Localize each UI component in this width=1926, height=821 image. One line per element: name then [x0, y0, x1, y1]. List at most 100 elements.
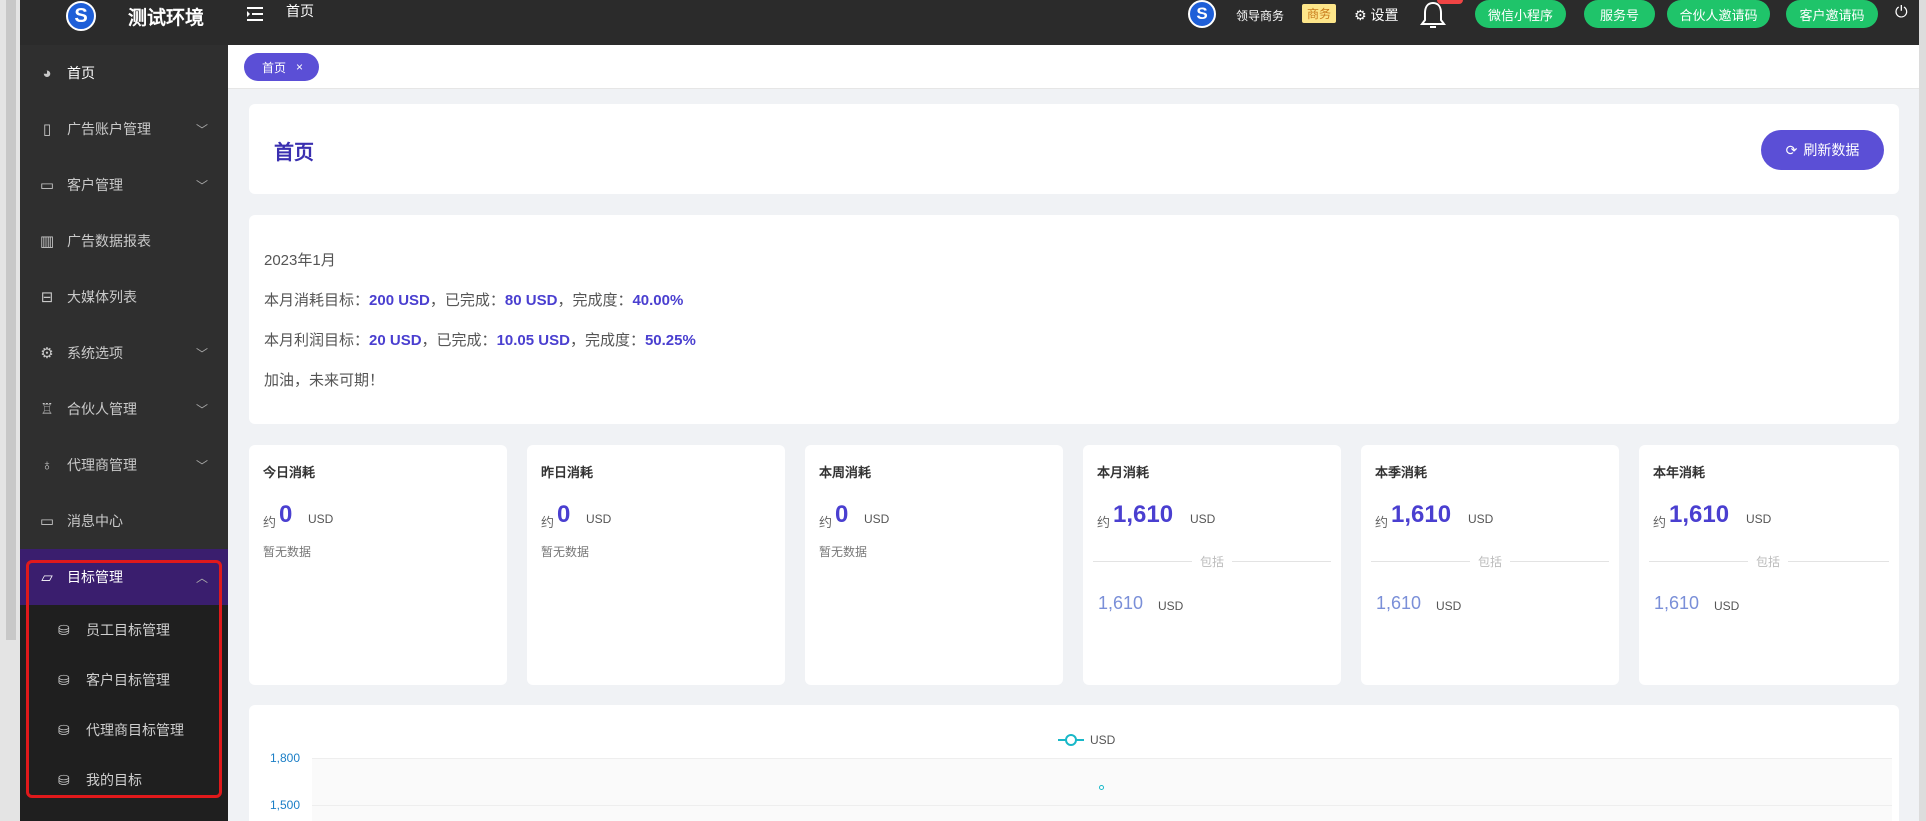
summary-value: 50.25% [644, 332, 696, 349]
summary-text: ，完成度： [557, 292, 633, 309]
tablet-icon: ▯ [42, 121, 52, 138]
summary-profit-target: 本月利润目标：20 USD，已完成：10.05 USD，完成度：50.25% [264, 329, 696, 350]
sidebar-item-ad-reports[interactable]: ▥ 广告数据报表 [20, 213, 228, 269]
close-icon[interactable]: × [296, 60, 303, 74]
page-scrollbar[interactable] [1919, 0, 1926, 821]
stat-approx: 约 [1375, 515, 1389, 530]
sidebar-item-media-list[interactable]: ⊟ 大媒体列表 [20, 269, 228, 325]
tab-home[interactable]: 首页 × [244, 53, 320, 81]
scrollbar-thumb[interactable] [6, 0, 16, 640]
sidebar-item-customers[interactable]: ▭ 客户管理 ﹀ [20, 157, 228, 213]
stat-value: 0 [835, 501, 849, 528]
database-icon: ⛁ [58, 721, 70, 738]
stat-unit: USD [1190, 512, 1216, 526]
summary-value: 10.05 USD [496, 332, 570, 349]
summary-value: 40.00% [632, 292, 684, 309]
database-icon: ⛁ [58, 621, 70, 638]
sidebar-subitem-label: 我的目标 [86, 772, 142, 788]
grid-line [312, 805, 1892, 806]
stat-sub-value: 1,610 [1654, 593, 1700, 613]
sidebar-item-home[interactable]: ◕ 首页 [20, 45, 228, 101]
stat-title: 本周消耗 [819, 465, 872, 480]
stat-title: 本月消耗 [1097, 465, 1150, 480]
sidebar-item-partners[interactable]: ♖ 合伙人管理 ﹀ [20, 381, 228, 437]
chevron-down-icon: ﹀ [196, 178, 209, 193]
stat-value: 1,610 [1391, 501, 1452, 528]
sidebar-item-system-options[interactable]: ⚙ 系统选项 ﹀ [20, 325, 228, 381]
sidebar-subitem-label: 员工目标管理 [86, 622, 170, 638]
include-label: 包括 [1470, 553, 1511, 570]
summary-value: 80 USD [504, 292, 558, 309]
layers-icon: ⊟ [40, 289, 54, 306]
stat-sub-value: 1,610 [1376, 593, 1422, 613]
legend-series-name: USD [1090, 733, 1116, 747]
tab-label: 首页 [262, 60, 287, 75]
sidebar-item-label: 系统选项 [67, 345, 123, 361]
partner-invite-code-button[interactable]: 合伙人邀请码 [1667, 0, 1770, 28]
summary-text: ，完成度： [569, 332, 645, 349]
stat-unit: USD [586, 512, 612, 526]
settings-button[interactable]: ⚙ 设置 [1354, 5, 1398, 25]
summary-text: ，已完成： [421, 332, 497, 349]
sidebar-item-goals[interactable]: ▱ 目标管理 ︿ [20, 549, 228, 605]
stat-approx: 约 [263, 515, 277, 530]
stat-sub-unit: USD [1158, 599, 1184, 613]
window-left-scrollbar[interactable] [0, 0, 20, 821]
user-name[interactable]: 领导商务 [1236, 7, 1284, 24]
summary-text: ，已完成： [429, 292, 505, 309]
top-breadcrumb-home[interactable]: 首页 [286, 1, 314, 21]
power-icon[interactable]: ⏻ [1895, 4, 1908, 22]
bell-icon[interactable] [1420, 0, 1446, 30]
sidebar-item-messages[interactable]: ▭ 消息中心 [20, 493, 228, 549]
bar-chart-icon: ▥ [39, 233, 55, 250]
refresh-icon: ⟳ [1785, 141, 1798, 158]
sidebar-item-label: 广告数据报表 [67, 233, 151, 249]
stat-title: 昨日消耗 [541, 465, 594, 480]
wechat-mini-program-button[interactable]: 微信小程序 [1475, 0, 1566, 28]
gear-icon: ⚙ [40, 345, 54, 362]
settings-label: 设置 [1370, 7, 1399, 23]
summary-text: 本月利润目标： [264, 332, 370, 349]
sidebar-item-ad-accounts[interactable]: ▯ 广告账户管理 ﹀ [20, 101, 228, 157]
stat-approx: 约 [819, 515, 833, 530]
user-avatar[interactable]: S [1188, 0, 1216, 28]
chevron-up-icon: ︿ [196, 570, 209, 585]
sidebar-item-agents[interactable]: ♁ 代理商管理 ﹀ [20, 437, 228, 493]
sidebar-item-label: 消息中心 [67, 513, 123, 529]
summary-month: 2023年1月 [264, 252, 336, 269]
trophy-icon: ♖ [40, 401, 54, 418]
brand-title: 测试环境 [128, 8, 205, 29]
chart-point[interactable] [1099, 784, 1104, 790]
y-tick-label: 1,800 [270, 751, 301, 765]
stat-unit: USD [1468, 512, 1494, 526]
summary-card [249, 215, 1899, 424]
stat-sub-unit: USD [1436, 599, 1462, 613]
stat-card-week [805, 445, 1063, 685]
sidebar-subitem-my-goals[interactable]: ⛁ 我的目标 [20, 755, 228, 805]
customer-invite-code-button[interactable]: 客户邀请码 [1786, 0, 1878, 28]
stat-sub-unit: USD [1714, 599, 1740, 613]
stat-value: 1,610 [1113, 501, 1174, 528]
summary-motto: 加油，未来可期！ [264, 372, 385, 389]
sidebar-item-label: 广告账户管理 [67, 121, 151, 137]
summary-value: 200 USD [369, 292, 430, 309]
sidebar-subitem-customer-goals[interactable]: ⛁ 客户目标管理 [20, 655, 228, 705]
sidebar-footer [20, 805, 228, 821]
stat-value: 0 [279, 501, 293, 528]
stat-card-today [249, 445, 507, 685]
include-label: 包括 [1748, 553, 1789, 570]
sidebar-subitem-agent-goals[interactable]: ⛁ 代理商目标管理 [20, 705, 228, 755]
stat-unit: USD [1746, 512, 1772, 526]
service-account-button[interactable]: 服务号 [1584, 0, 1655, 28]
stat-approx: 约 [541, 515, 555, 530]
hamburger-icon[interactable] [246, 6, 264, 27]
stat-sub-value: 1,610 [1098, 593, 1144, 613]
refresh-data-button[interactable]: ⟳ 刷新数据 [1761, 130, 1884, 170]
stat-approx: 约 [1097, 515, 1111, 530]
chart-legend[interactable]: USD [1058, 733, 1115, 747]
dashboard-icon: ◕ [42, 64, 52, 82]
tab-bar: 首页 × [228, 45, 1919, 89]
sidebar-subitem-employee-goals[interactable]: ⛁ 员工目标管理 [20, 605, 228, 655]
database-icon: ⛁ [58, 671, 70, 688]
stat-empty: 暂无数据 [541, 545, 590, 559]
